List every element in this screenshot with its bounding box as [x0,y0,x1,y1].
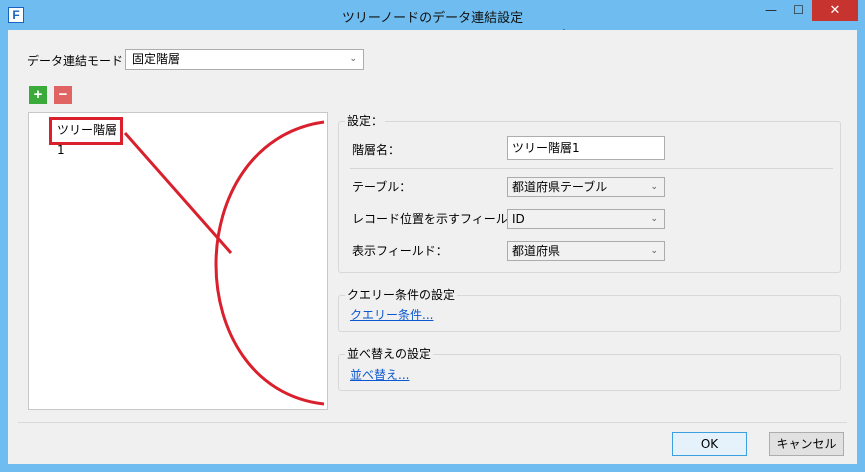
dialog-body: データ連結モード： 固定階層 ⌄ + − ツリー階層1 設定： 階層名： ツリー… [8,30,857,464]
settings-divider [350,168,833,169]
mode-select-value: 固定階層 [132,52,181,66]
mode-label: データ連結モード： [27,54,136,68]
tree-panel[interactable]: ツリー階層1 [28,112,328,410]
sort-group: 並べ替えの設定 並べ替え... [338,347,841,391]
title-bar[interactable]: F ツリーノードのデータ連結設定 — ☐ ✕ [0,0,865,30]
settings-group: 設定： 階層名： ツリー階層1 テーブル： 都道府県テーブル ⌄ レコード位置を… [338,114,841,273]
sort-link[interactable]: 並べ替え... [350,368,409,382]
remove-layer-button[interactable]: − [54,86,72,104]
table-label: テーブル： [352,180,412,194]
sort-group-title: 並べ替えの設定 [345,347,434,361]
close-button[interactable]: ✕ [812,0,858,21]
chevron-down-icon: ⌄ [650,214,658,224]
table-select-value: 都道府県テーブル [512,180,608,194]
ok-button[interactable]: OK [672,432,747,456]
bottom-divider [18,422,847,423]
display-field-select-value: 都道府県 [512,244,561,258]
tree-item[interactable]: ツリー階層1 [49,117,123,157]
layer-name-input[interactable]: ツリー階層1 [507,136,665,160]
add-layer-button[interactable]: + [29,86,47,104]
layer-name-label: 階層名： [352,143,401,157]
settings-group-title: 設定： [345,114,386,128]
minimize-button[interactable]: — [757,0,785,21]
record-field-select[interactable]: ID ⌄ [507,209,665,229]
chevron-down-icon: ⌄ [349,54,357,64]
record-field-label: レコード位置を示すフィールド： [352,212,532,226]
cancel-button[interactable]: キャンセル [769,432,844,456]
chevron-down-icon: ⌄ [650,246,658,256]
maximize-button[interactable]: ☐ [785,0,812,21]
chevron-down-icon: ⌄ [650,182,658,192]
display-field-label: 表示フィールド： [352,244,448,258]
query-conditions-link[interactable]: クエリー条件... [350,308,433,322]
table-select[interactable]: 都道府県テーブル ⌄ [507,177,665,197]
query-group-title: クエリー条件の設定 [345,288,458,302]
mode-select[interactable]: 固定階層 ⌄ [125,49,364,70]
display-field-select[interactable]: 都道府県 ⌄ [507,241,665,261]
window-title: ツリーノードのデータ連結設定 [341,11,524,26]
dialog-window: F ツリーノードのデータ連結設定 — ☐ ✕ データ連結モード： 固定階層 ⌄ … [0,0,865,472]
query-group: クエリー条件の設定 クエリー条件... [338,288,841,332]
record-field-select-value: ID [512,212,525,226]
